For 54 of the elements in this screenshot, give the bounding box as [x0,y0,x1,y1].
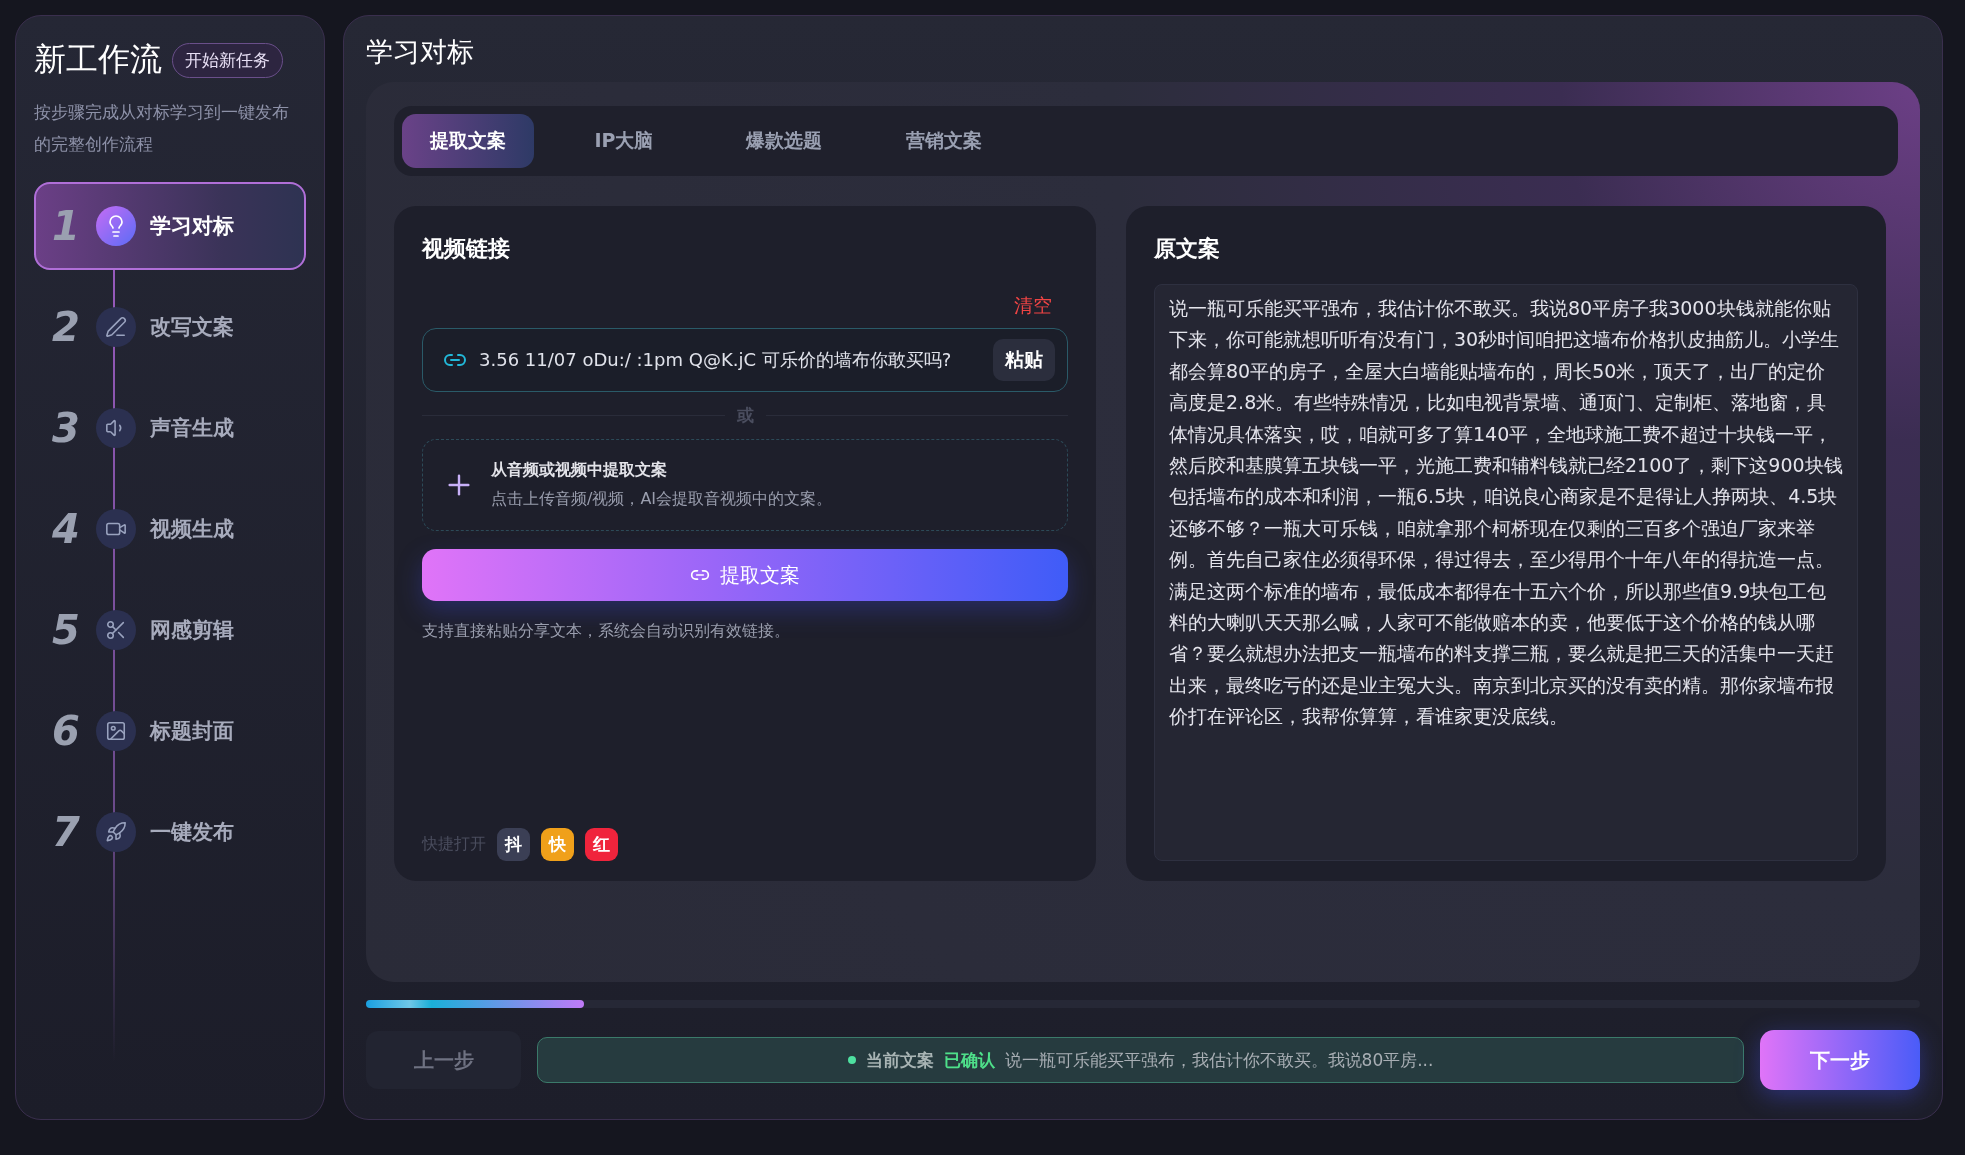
step-number: 3 [51,405,81,451]
step-label: 学习对标 [150,213,234,240]
speaker-icon [96,408,136,448]
upload-area[interactable]: 从音频或视频中提取文案 点击上传音频/视频，AI会提取音视频中的文案。 [422,439,1068,531]
step-label: 标题封面 [150,718,234,745]
link-input-field[interactable]: 3.56 11/07 oDu:/ :1pm Q@K.jC 可乐价的墙布你敢买吗? 粘贴 [422,328,1068,392]
step-label: 视频生成 [150,516,234,543]
step-item[interactable]: 1 学习对标 [34,182,306,270]
upload-hint: 点击上传音频/视频，AI会提取音视频中的文案。 [491,489,833,510]
tab[interactable]: 爆款选题 [714,114,854,168]
step-item[interactable]: 5 网感剪辑 [34,586,306,674]
status-dot [847,1056,856,1064]
step-number: 1 [51,203,81,249]
app-shortcut-button[interactable]: 抖 [497,828,530,861]
app-shortcut-button[interactable]: 红 [585,828,618,861]
step-number: 5 [51,607,81,653]
status-label: 当前文案 [865,1048,934,1072]
step-number: 2 [51,304,81,350]
step-label: 网感剪辑 [150,617,234,644]
lightbulb-icon [96,206,136,246]
step-item[interactable]: 4 视频生成 [34,485,306,573]
panel-title: 原文案 [1154,235,1221,263]
status-confirmed-text: 已确认 [943,1048,995,1072]
tab[interactable]: 提取文案 [402,114,534,168]
step-label: 改写文案 [150,314,234,341]
tab[interactable]: 营销文案 [874,114,1014,168]
step-item[interactable]: 7 一键发布 [34,788,306,876]
help-text: 支持直接粘贴分享文本，系统会自动识别有效链接。 [422,621,791,642]
video-camera-icon [96,509,136,549]
step-item[interactable]: 3 声音生成 [34,384,306,472]
panel-title: 视频链接 [422,235,511,263]
clear-button[interactable]: 清空 [1008,292,1058,320]
step-label: 声音生成 [150,415,234,442]
original-text: 说一瓶可乐能买平强布，我估计你不敢买。我说80平房子我3000块钱就能你贴下来，你可能就想听听有没有门，30秒时间咱把这墙布价格扒皮抽筋儿。小学生都会算80平的房子，全屋大白墙能贴墙布的，周长50米，顶天了，出厂的定价高度是2.8米。有些特殊情况，比如电视背景墙、通顶门、定制柜、落地窗，具体情况具体落实，哎，咱就可多了算140平，全地球施工费不超过十块钱一平，然后胶和基膜算五块钱一平，光施工费和辅料钱就已经2100了，剩下这900块钱包括墙布的成本和利润，一瓶6.5块，咱说良心商家是不是得让人挣两块、4.5块还够不够？一瓶大可乐钱，咱就拿那个柯桥现在仅剩的三百多个强迫厂家来举例。首先自己家住必须得环保，得过得去，至少得用个十年八年的得抗造一点。满足这两个标准的墙布，最低成本都得在十五六个价，所以那些值9.9块包工包料的大喇叭天天那么喊，人家可不能做赔本的卖，他要低于这个价格的钱从哪省？要么就想办法把支一瓶墙布的料支撑三瓶，要么就是把三天的活集中一天赶出来，最终吃亏的还是业主冤大头。南京到北京买的没有卖的精。那你家墙布报价打在评论区，我帮你算算，看谁家更没底线。 [1169,296,1843,730]
rocket-icon [96,812,136,852]
next-button[interactable]: 下一步 [1760,1030,1920,1090]
upload-title: 从音频或视频中提取文案 [491,460,668,481]
status-text: 说一瓶可乐能买平强布，我估计你不敢买。我说80平房... [1004,1048,1434,1072]
paste-button[interactable]: 粘贴 [993,339,1055,381]
step-label: 一键发布 [150,819,234,846]
page-title: 学习对标 [366,35,475,69]
pen-icon [96,307,136,347]
extract-button[interactable]: 提取文案 [422,549,1068,601]
sidebar-title: 新工作流 [34,39,162,80]
tab[interactable]: IP大脑 [554,114,694,168]
scissors-icon [96,610,136,650]
sidebar-description: 按步骤完成从对标学习到一键发布的完整创作流程 [34,101,290,156]
step-item[interactable]: 2 改写文案 [34,283,306,371]
step-item[interactable]: 6 标题封面 [34,687,306,775]
image-icon [96,711,136,751]
step-number: 4 [51,506,81,552]
step-number: 7 [51,809,81,855]
step-number: 6 [51,708,81,754]
new-task-button[interactable]: 开始新任务 [172,42,283,78]
